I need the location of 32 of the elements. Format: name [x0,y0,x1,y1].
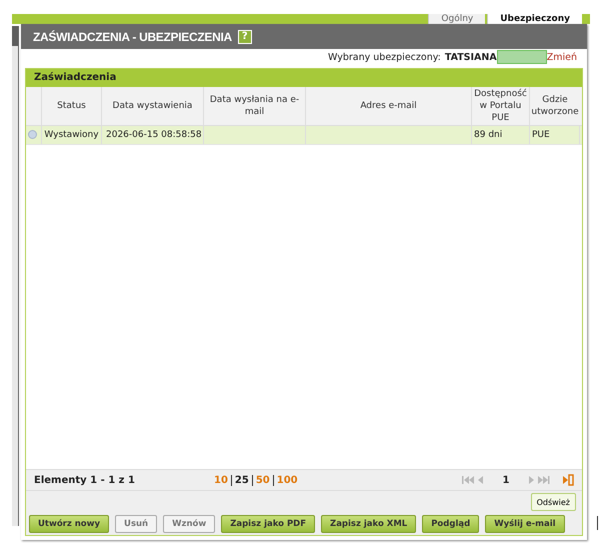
page-size-link[interactable]: 25 [234,474,249,486]
table-cell: 2026-06-15 08:58:58 [106,130,202,140]
column-header[interactable]: Data wysłania na e-mail [204,87,306,125]
redaction-box [496,50,547,64]
export-icon[interactable] [562,474,574,486]
pager-summary: Elementy 1 - 1 z 1 [34,474,136,486]
action-button[interactable]: Wyślij e-mail [485,515,565,533]
table-row[interactable]: Wystawiony 2026-06-15 08:58:58 89 dni PUE [26,126,582,145]
column-header[interactable]: Status [42,87,102,125]
tab[interactable]: Ubezpieczony [487,14,582,24]
table-cell: 89 dni [474,130,502,140]
insured-name: TATSIANA [444,52,497,62]
dialog-title: ZAŚWIADCZENIA - UBEZPIECZENIA [33,30,232,44]
page-number: 1 [502,474,510,486]
action-button[interactable]: Zapisz jako XML [321,515,416,533]
table-cell: PUE [532,130,550,140]
row-selector-icon[interactable] [28,130,37,140]
next-last-icon[interactable] [528,475,550,485]
column-header[interactable]: Adres e-mail [306,87,472,125]
change-link[interactable]: Zmień [546,52,577,62]
column-header[interactable]: Dostępność w Portalu PUE [472,87,530,125]
section-title: Zaświadczenia [26,69,582,87]
first-prev-icon[interactable] [462,475,484,485]
insured-label: Wybrany ubezpieczony: [328,52,441,62]
action-button[interactable]: Podgląd [422,515,480,533]
action-button[interactable]: Zapisz jako PDF [221,515,316,533]
column-header[interactable]: Gdzie utworzone [530,87,580,125]
action-button[interactable]: Utwórz nowy [29,515,110,533]
column-header[interactable]: Data wystawienia [102,87,204,125]
refresh-button[interactable]: Odśwież [530,493,576,511]
table-cell: Wystawiony [44,130,99,140]
tab[interactable]: Ogólny [428,14,486,24]
